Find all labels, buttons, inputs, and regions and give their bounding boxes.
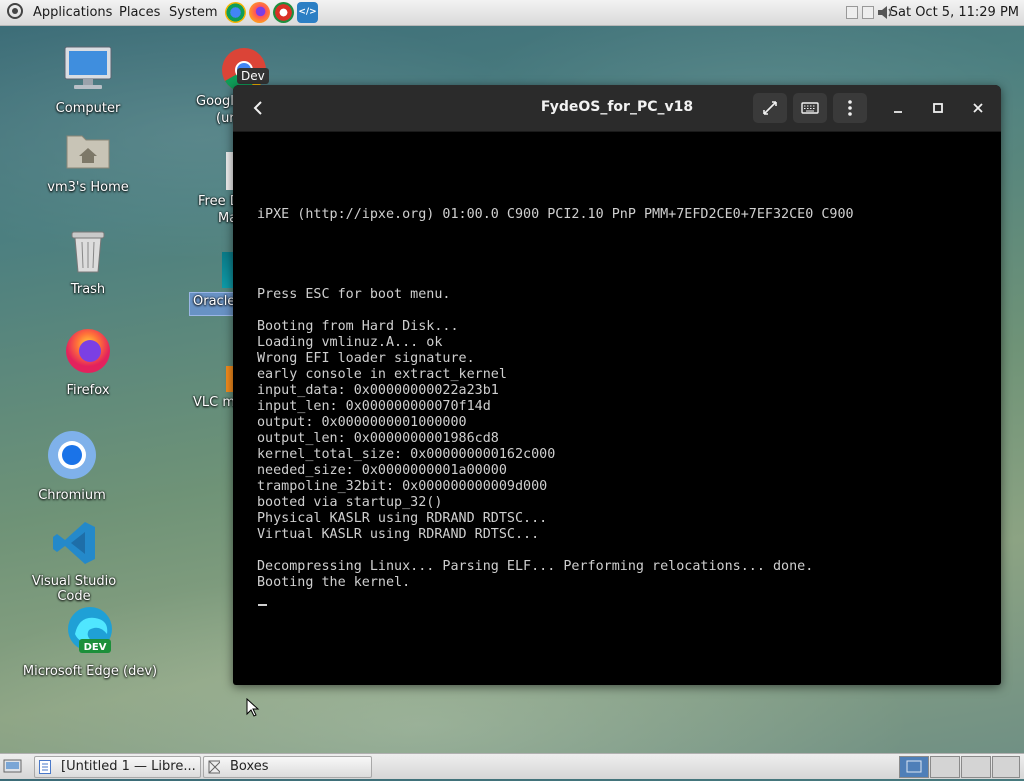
home-folder-icon	[66, 135, 110, 169]
keyboard-icon	[801, 102, 819, 114]
desktop-icon-home[interactable]: vm3's Home	[38, 128, 138, 195]
desktop-icon-label: Trash	[70, 282, 106, 297]
console-line: Loading vmlinuz.A... ok	[257, 335, 443, 350]
workspace-window-icon	[906, 760, 922, 773]
desktop-icon-edge-dev[interactable]: DEV Microsoft Edge (dev)	[20, 606, 160, 679]
partial-icon-label: VLC m	[193, 395, 236, 410]
vscode-icon	[53, 522, 95, 564]
document-icon	[39, 760, 51, 774]
minimize-icon	[894, 111, 902, 113]
console-line: Booting from Hard Disk...	[257, 319, 459, 334]
console-cursor	[258, 604, 267, 606]
minimize-button[interactable]	[883, 93, 913, 123]
console-line: trampoline_32bit: 0x000000000009d000	[257, 479, 548, 494]
desktop-icon-chromium[interactable]: Chromium	[22, 430, 122, 503]
taskbar-item-label: [Untitled 1 — Libre...	[61, 759, 196, 774]
tray-indicator-icon[interactable]	[846, 6, 858, 19]
bottom-taskbar: [Untitled 1 — Libre... Boxes	[0, 753, 1024, 779]
fullscreen-button[interactable]	[753, 93, 787, 123]
boxes-vm-window[interactable]: FydeOS_for_PC_v18 iPXE (http://ipxe.org)…	[233, 85, 1001, 685]
console-line: Booting the kernel.	[257, 575, 411, 590]
chrome-dev-launcher-icon[interactable]	[225, 2, 246, 23]
desktop-icon-label: Microsoft Edge (dev)	[22, 664, 158, 679]
desktop-icon-label: Firefox	[66, 383, 110, 398]
console-line: input_data: 0x00000000022a23b1	[257, 383, 499, 398]
console-line: Decompressing Linux... Parsing ELF... Pe…	[257, 559, 814, 574]
tray-indicator-icon[interactable]	[862, 6, 874, 19]
edge-dev-icon: DEV	[68, 607, 112, 653]
taskbar-item-label: Boxes	[230, 759, 269, 774]
partial-icon-label: Oracle	[193, 294, 236, 309]
svg-text:DEV: DEV	[84, 642, 107, 653]
console-line: kernel_total_size: 0x000000000162c000	[257, 447, 556, 462]
trash-icon	[71, 231, 105, 273]
console-line: Press ESC for boot menu.	[257, 287, 451, 302]
desktop-icon-label: Visual Studio Code	[31, 574, 117, 604]
chromium-icon	[48, 431, 96, 479]
console-line: iPXE (http://ipxe.org) 01:00.0 C900 PCI2…	[257, 207, 854, 222]
desktop-icon-label: Computer	[55, 101, 121, 116]
firefox-launcher-icon[interactable]	[249, 2, 270, 23]
desktop-icon-label: Chromium	[38, 488, 106, 503]
console-line: booted via startup_32()	[257, 495, 443, 510]
partial-icon-label: Googl	[196, 94, 234, 109]
applications-menu[interactable]: Applications	[33, 5, 112, 20]
menu-button[interactable]	[833, 93, 867, 123]
workspace-3[interactable]	[961, 756, 991, 778]
desktop-icon-computer[interactable]: Computer	[38, 45, 138, 116]
chromium-dev-launcher-icon[interactable]	[273, 2, 294, 23]
desktop-icon-vscode[interactable]: Visual Studio Code	[24, 520, 124, 604]
maximize-icon	[933, 103, 943, 113]
kebab-menu-icon	[848, 100, 852, 116]
panel-clock[interactable]: Sat Oct 5, 11:29 PM	[890, 5, 1019, 20]
console-line: Wrong EFI loader signature.	[257, 351, 475, 366]
console-line: early console in extract_kernel	[257, 367, 507, 382]
maximize-button[interactable]	[923, 93, 953, 123]
partial-icon-label: (ur	[216, 111, 235, 126]
firefox-icon	[66, 329, 110, 373]
places-menu[interactable]: Places	[119, 5, 160, 20]
vscode-launcher-icon[interactable]: </>	[297, 2, 318, 23]
boxes-app-icon	[208, 760, 220, 774]
desktop-icon-firefox[interactable]: Firefox	[38, 327, 138, 398]
window-titlebar[interactable]: FydeOS_for_PC_v18	[233, 85, 1001, 132]
console-line: output_len: 0x0000000001986cd8	[257, 431, 499, 446]
console-line: needed_size: 0x0000000001a00000	[257, 463, 507, 478]
fullscreen-icon	[763, 101, 777, 115]
mate-logo-icon[interactable]	[7, 3, 23, 19]
desktop-icon-trash[interactable]: Trash	[38, 228, 138, 297]
workspace-2[interactable]	[930, 756, 960, 778]
workspace-4[interactable]	[992, 756, 1020, 778]
workspace-1[interactable]	[899, 756, 929, 778]
keyboard-button[interactable]	[793, 93, 827, 123]
computer-icon	[64, 46, 112, 89]
mouse-pointer-icon	[246, 698, 260, 717]
close-icon	[973, 103, 983, 113]
taskbar-item-boxes[interactable]: Boxes	[203, 756, 372, 778]
console-line: Physical KASLR using RDRAND RDTSC...	[257, 511, 548, 526]
console-line: output: 0x0000000001000000	[257, 415, 467, 430]
console-line: Virtual KASLR using RDRAND RDTSC...	[257, 527, 540, 542]
show-desktop-icon[interactable]	[3, 758, 23, 774]
console-line: input_len: 0x000000000070f14d	[257, 399, 491, 414]
system-menu[interactable]: System	[169, 5, 217, 20]
vm-console-display[interactable]: iPXE (http://ipxe.org) 01:00.0 C900 PCI2…	[257, 141, 987, 671]
desktop-icon-label: vm3's Home	[47, 180, 129, 195]
taskbar-item-libreoffice[interactable]: [Untitled 1 — Libre...	[34, 756, 201, 778]
dev-badge: Dev	[237, 68, 269, 84]
close-button[interactable]	[963, 93, 993, 123]
top-panel: Applications Places System </> Sat Oct 5…	[0, 0, 1024, 26]
